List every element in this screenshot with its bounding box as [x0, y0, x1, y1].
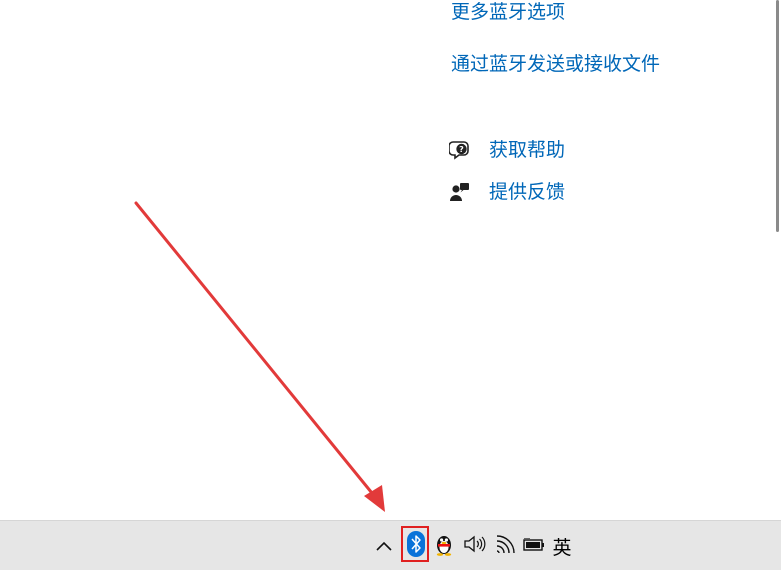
- get-help-link[interactable]: 获取帮助: [489, 138, 565, 162]
- volume-tray-button[interactable]: [460, 529, 488, 563]
- scrollbar-thumb[interactable]: [776, 0, 779, 232]
- send-receive-files-link[interactable]: 通过蓝牙发送或接收文件: [451, 52, 660, 76]
- give-feedback-link[interactable]: 提供反馈: [489, 180, 565, 204]
- show-hidden-icons-button[interactable]: [372, 529, 396, 563]
- more-bluetooth-options-link[interactable]: 更多蓝牙选项: [451, 0, 565, 24]
- speaker-icon: [462, 534, 486, 558]
- svg-text:?: ?: [459, 145, 464, 154]
- chat-help-icon: ?: [449, 139, 471, 161]
- battery-tray-button[interactable]: [521, 529, 547, 563]
- red-annotation-arrow: [134, 201, 385, 512]
- vertical-scrollbar[interactable]: [774, 0, 781, 520]
- network-tray-button[interactable]: [492, 529, 518, 563]
- get-help-row[interactable]: ? 获取帮助: [449, 138, 565, 162]
- settings-window: 更多蓝牙选项 通过蓝牙发送或接收文件 ? 获取帮助 提供反馈 英: [0, 0, 781, 570]
- taskbar: 英: [0, 520, 781, 570]
- wifi-icon: [494, 534, 516, 558]
- chevron-up-icon: [375, 537, 393, 556]
- bluetooth-tray-button[interactable]: [401, 527, 431, 565]
- qq-penguin-icon: [434, 532, 454, 560]
- bluetooth-icon: [407, 531, 425, 561]
- battery-icon: [523, 536, 545, 556]
- give-feedback-row[interactable]: 提供反馈: [449, 180, 565, 204]
- qq-tray-button[interactable]: [432, 529, 456, 563]
- input-method-indicator[interactable]: 英: [549, 529, 575, 563]
- feedback-person-icon: [449, 181, 471, 203]
